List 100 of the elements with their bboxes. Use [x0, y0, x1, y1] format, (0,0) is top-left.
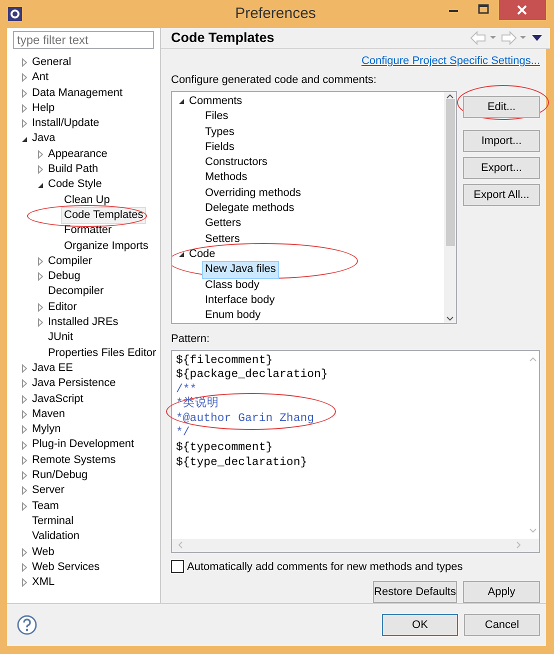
menu-icon[interactable] [532, 34, 542, 42]
sidebar-item[interactable]: Ant [30, 70, 51, 86]
collapsed-icon[interactable] [35, 164, 46, 176]
template-item[interactable]: Methods [203, 170, 250, 186]
collapsed-icon[interactable] [35, 256, 46, 267]
sidebar-item[interactable]: Maven [30, 406, 68, 422]
collapsed-icon[interactable] [19, 424, 30, 436]
template-item[interactable]: Getters [203, 216, 244, 232]
apply-button[interactable]: Apply [463, 581, 540, 603]
scroll-right-icon[interactable] [515, 541, 523, 549]
collapsed-icon[interactable] [19, 500, 30, 512]
side-button[interactable]: Import... [463, 130, 540, 152]
sidebar-item[interactable]: General [30, 55, 74, 70]
sidebar-item[interactable]: Terminal [30, 514, 76, 530]
sidebar-item[interactable]: Java EE [30, 360, 75, 376]
scrollbar[interactable] [444, 92, 456, 323]
template-item[interactable]: New Java files [203, 262, 278, 278]
cancel-button[interactable]: Cancel [464, 614, 540, 636]
collapsed-icon[interactable] [19, 118, 30, 130]
ok-button[interactable]: OK [382, 614, 458, 636]
template-item[interactable]: Files [203, 109, 230, 125]
collapsed-icon[interactable] [19, 470, 30, 482]
window-title: Preferences [235, 4, 316, 24]
sidebar-item[interactable]: Debug [46, 269, 82, 284]
sidebar-item[interactable]: JavaScript [30, 392, 86, 407]
side-button[interactable]: Export All... [463, 184, 540, 206]
collapsed-icon[interactable] [19, 577, 30, 588]
project-settings-link[interactable]: Configure Project Specific Settings... [361, 53, 540, 70]
scroll-left-icon[interactable] [176, 541, 184, 549]
horizontal-scrollbar[interactable] [172, 538, 539, 552]
collapsed-icon[interactable] [19, 103, 30, 114]
collapsed-icon[interactable] [35, 302, 46, 313]
collapsed-icon[interactable] [35, 317, 46, 328]
template-item[interactable]: Delegate methods [203, 201, 296, 216]
sidebar-item[interactable]: Editor [46, 300, 79, 316]
template-item[interactable]: Enum body [203, 308, 263, 323]
checkbox[interactable] [171, 560, 184, 574]
sidebar-item[interactable]: Install/Update [30, 116, 102, 132]
filter-field[interactable]: type filter text [13, 31, 154, 49]
sidebar-item[interactable]: Code Style [46, 177, 104, 193]
sidebar-item[interactable]: Run/Debug [30, 468, 90, 484]
sidebar-item[interactable]: Properties Files Editor [46, 346, 158, 361]
collapsed-icon[interactable] [19, 378, 30, 390]
collapsed-icon[interactable] [19, 72, 30, 84]
sidebar-item[interactable]: Help [30, 100, 57, 116]
template-item[interactable]: Code [187, 246, 218, 262]
sidebar-item[interactable]: Compiler [46, 254, 94, 270]
collapsed-icon[interactable] [35, 148, 46, 160]
sidebar-item[interactable]: Appearance [46, 146, 110, 162]
scroll-down-icon[interactable] [446, 315, 454, 323]
back-icon[interactable] [470, 31, 498, 45]
sidebar-item[interactable]: Installed JREs [46, 315, 120, 330]
template-item[interactable]: Types [203, 124, 236, 140]
collapsed-icon[interactable] [19, 485, 30, 496]
template-item[interactable]: Setters [203, 232, 242, 247]
sidebar-item[interactable]: XML [30, 575, 57, 590]
collapsed-icon[interactable] [19, 408, 30, 420]
sidebar-item[interactable]: Web [30, 544, 56, 560]
sidebar-item[interactable]: Java [30, 131, 58, 147]
help-icon[interactable] [17, 615, 37, 635]
collapsed-icon[interactable] [19, 440, 30, 451]
collapsed-icon[interactable] [19, 394, 30, 405]
sidebar-item[interactable]: Validation [30, 529, 82, 544]
template-item[interactable]: Overriding methods [203, 186, 303, 202]
sidebar-item[interactable]: Code Templates [62, 208, 146, 224]
collapsed-icon[interactable] [19, 546, 30, 558]
template-item[interactable]: Comments [187, 94, 244, 110]
code-line: *@author Garin Zhang [176, 412, 316, 426]
sidebar-item[interactable]: Web Services [30, 560, 102, 576]
collapsed-icon[interactable] [35, 271, 46, 282]
restore-defaults-button[interactable]: Restore Defaults [373, 581, 457, 603]
sidebar-item[interactable]: Formatter [62, 223, 114, 239]
sidebar-item[interactable]: JUnit [46, 330, 76, 346]
sidebar-item[interactable]: Plug-in Development [30, 437, 136, 453]
collapsed-icon[interactable] [19, 57, 30, 68]
sidebar-item[interactable]: Clean Up [62, 192, 112, 208]
sidebar-item[interactable]: Decompiler [46, 284, 106, 300]
template-item[interactable]: Interface body [203, 292, 277, 308]
template-item[interactable]: Fields [203, 140, 236, 156]
scroll-up-icon[interactable] [446, 92, 454, 100]
close-icon[interactable] [499, 0, 546, 20]
sidebar-item[interactable]: Build Path [46, 162, 100, 178]
sidebar-item[interactable]: Java Persistence [30, 376, 118, 392]
sidebar-item[interactable]: Organize Imports [62, 238, 150, 254]
collapsed-icon[interactable] [19, 88, 30, 99]
sidebar-item[interactable]: Remote Systems [30, 452, 118, 468]
collapsed-icon[interactable] [19, 454, 30, 466]
template-item[interactable]: Class body [203, 278, 262, 293]
code-line: /** [176, 382, 198, 396]
sidebar-item[interactable]: Mylyn [30, 422, 63, 438]
sidebar-item[interactable]: Data Management [30, 86, 124, 101]
side-button[interactable]: Edit... [463, 96, 540, 118]
collapsed-icon[interactable] [19, 363, 30, 374]
app-icon [8, 7, 22, 21]
template-item[interactable]: Constructors [203, 155, 270, 170]
sidebar-item[interactable]: Server [30, 483, 66, 499]
auto-comments-label[interactable]: Automatically add comments for new methods and types [187, 558, 463, 575]
sidebar-item[interactable]: Team [30, 498, 61, 514]
side-button[interactable]: Export... [463, 157, 540, 179]
collapsed-icon[interactable] [19, 562, 30, 573]
